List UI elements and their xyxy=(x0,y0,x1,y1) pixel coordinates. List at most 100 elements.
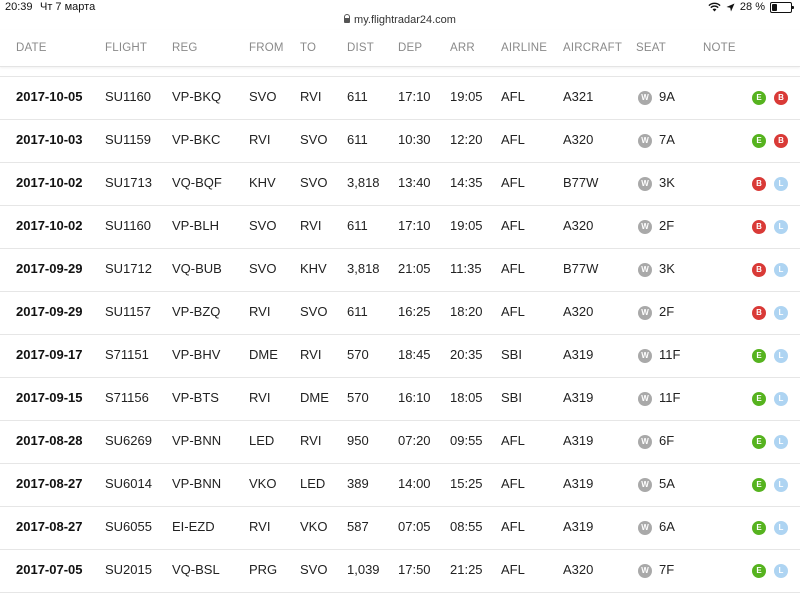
cell-date: 2017-10-02 xyxy=(16,175,83,190)
cell-arr: 11:35 xyxy=(450,261,482,276)
cell-date: 2017-08-27 xyxy=(16,519,83,534)
cell-aircraft: B77W xyxy=(563,175,599,190)
cell-flight: SU1159 xyxy=(105,132,152,147)
seat-type-badge: W xyxy=(638,263,652,277)
column-header-aircraft[interactable]: AIRCRAFT xyxy=(563,42,622,54)
table-row[interactable]: 2017-10-02 SU1713 VQ-BQF KHV SVO 3,818 13:40 14… xyxy=(0,163,800,206)
seat-type-badge: W xyxy=(638,349,652,363)
column-header-note[interactable]: NOTE xyxy=(703,42,736,54)
note-badge-1: E xyxy=(752,478,766,492)
cell-arr: 15:25 xyxy=(450,476,483,491)
cell-date: 2017-09-29 xyxy=(16,261,83,276)
cell-arr: 18:05 xyxy=(450,390,483,405)
cell-airline: AFL xyxy=(501,519,525,534)
cell-arr: 19:05 xyxy=(450,89,483,104)
url-text: my.flightradar24.com xyxy=(354,14,456,26)
seat-type-badge: W xyxy=(638,478,652,492)
seat-type-badge: W xyxy=(638,306,652,320)
table-row[interactable]: 2017-10-03 SU1159 VP-BKC RVI SVO 611 10:30 12:2… xyxy=(0,120,800,163)
cell-airline: AFL xyxy=(501,261,525,276)
note-badge-1: E xyxy=(752,435,766,449)
table-row[interactable]: 2017-09-29 SU1712 VQ-BUB SVO KHV 3,818 21:05 11… xyxy=(0,249,800,292)
url-bar[interactable]: my.flightradar24.com xyxy=(0,13,800,27)
cell-to: KHV xyxy=(300,261,327,276)
table-row[interactable]: 2017-08-28 SU6269 VP-BNN LED RVI 950 07:20 09:5… xyxy=(0,421,800,464)
cell-dep: 17:10 xyxy=(398,218,431,233)
cell-dist: 611 xyxy=(347,132,368,147)
cell-to: SVO xyxy=(300,132,328,147)
column-header-flight[interactable]: FLIGHT xyxy=(105,42,147,54)
column-header-to[interactable]: TO xyxy=(300,42,316,54)
column-header-seat[interactable]: SEAT xyxy=(636,42,666,54)
table-row[interactable]: 2017-09-17 S71151 VP-BHV DME RVI 570 18:45 20:3… xyxy=(0,335,800,378)
column-header-arr[interactable]: ARR xyxy=(450,42,475,54)
cell-from: KHV xyxy=(249,175,276,190)
cell-from: LED xyxy=(249,433,275,448)
cell-arr: 14:35 xyxy=(450,175,483,190)
cell-from: PRG xyxy=(249,562,278,577)
lock-icon xyxy=(344,14,351,23)
table-row[interactable]: 2017-08-27 SU6014 VP-BNN VKO LED 389 14:00 15:2… xyxy=(0,464,800,507)
seat-type-badge: W xyxy=(638,91,652,105)
cell-from: SVO xyxy=(249,89,277,104)
cell-date: 2017-07-05 xyxy=(16,562,83,577)
cell-arr: 19:05 xyxy=(450,218,483,233)
cell-dep: 14:00 xyxy=(398,476,431,491)
cell-airline: AFL xyxy=(501,175,525,190)
table-row[interactable]: 2017-09-29 SU1157 VP-BZQ RVI SVO 611 16:25 18:2… xyxy=(0,292,800,335)
cell-aircraft: B77W xyxy=(563,261,599,276)
seat-type-badge: W xyxy=(638,220,652,234)
cell-flight: SU6055 xyxy=(105,519,152,534)
battery-icon xyxy=(770,1,794,13)
seat-type-badge: W xyxy=(638,177,652,191)
table-row[interactable]: 2017-09-15 S71156 VP-BTS RVI DME 570 16:10 18:0… xyxy=(0,378,800,421)
cell-dep: 16:25 xyxy=(398,304,431,319)
cell-dep: 13:40 xyxy=(398,175,431,190)
cell-arr: 21:25 xyxy=(450,562,483,577)
cell-seat: 11F xyxy=(659,390,681,405)
cell-reg: VP-BHV xyxy=(172,347,221,362)
cell-to: RVI xyxy=(300,347,322,362)
cell-to: DME xyxy=(300,390,329,405)
cell-airline: AFL xyxy=(501,433,525,448)
table-row[interactable]: 2017-08-27 SU6055 EI-EZD RVI VKO 587 07:05 08:5… xyxy=(0,507,800,550)
cell-from: DME xyxy=(249,347,278,362)
cell-aircraft: A320 xyxy=(563,132,594,147)
cell-dist: 3,818 xyxy=(347,175,380,190)
cell-dist: 587 xyxy=(347,519,369,534)
note-badge-2: L xyxy=(774,392,788,406)
cell-aircraft: A320 xyxy=(563,304,594,319)
cell-dep: 07:05 xyxy=(398,519,431,534)
note-badge-2: L xyxy=(774,521,788,535)
cell-airline: AFL xyxy=(501,476,525,491)
wifi-icon xyxy=(708,2,721,12)
seat-type-badge: W xyxy=(638,435,652,449)
column-header-reg[interactable]: REG xyxy=(172,42,198,54)
note-badge-2: L xyxy=(774,435,788,449)
column-header-from[interactable]: FROM xyxy=(249,42,284,54)
cell-from: SVO xyxy=(249,261,277,276)
cell-flight: S71151 xyxy=(105,347,149,362)
column-header-dep[interactable]: DEP xyxy=(398,42,422,54)
table-row[interactable]: 2017-10-05 SU1160 VP-BKQ SVO RVI 611 17:10 19:0… xyxy=(0,76,800,120)
cell-to: RVI xyxy=(300,218,322,233)
cell-reg: VP-BTS xyxy=(172,390,219,405)
cell-aircraft: A319 xyxy=(563,433,594,448)
cell-seat: 6F xyxy=(659,433,675,448)
cell-reg: VQ-BQF xyxy=(172,175,222,190)
cell-seat: 9A xyxy=(659,89,675,104)
cell-arr: 08:55 xyxy=(450,519,483,534)
table-row[interactable]: 2017-10-02 SU1160 VP-BLH SVO RVI 611 17:10 19:0… xyxy=(0,206,800,249)
seat-type-badge: W xyxy=(638,564,652,578)
cell-aircraft: A321 xyxy=(563,89,594,104)
table-row[interactable]: 2017-07-05 SU2015 VQ-BSL PRG SVO 1,039 17:50 21… xyxy=(0,550,800,593)
seat-type-badge: W xyxy=(638,521,652,535)
column-header-airline[interactable]: AIRLINE xyxy=(501,42,547,54)
cell-date: 2017-08-28 xyxy=(16,433,83,448)
cell-arr: 09:55 xyxy=(450,433,483,448)
note-badge-1: E xyxy=(752,521,766,535)
cell-seat: 2F xyxy=(659,218,675,233)
cell-dep: 10:30 xyxy=(398,132,431,147)
column-header-dist[interactable]: DIST xyxy=(347,42,374,54)
column-header-date[interactable]: DATE xyxy=(16,42,47,54)
